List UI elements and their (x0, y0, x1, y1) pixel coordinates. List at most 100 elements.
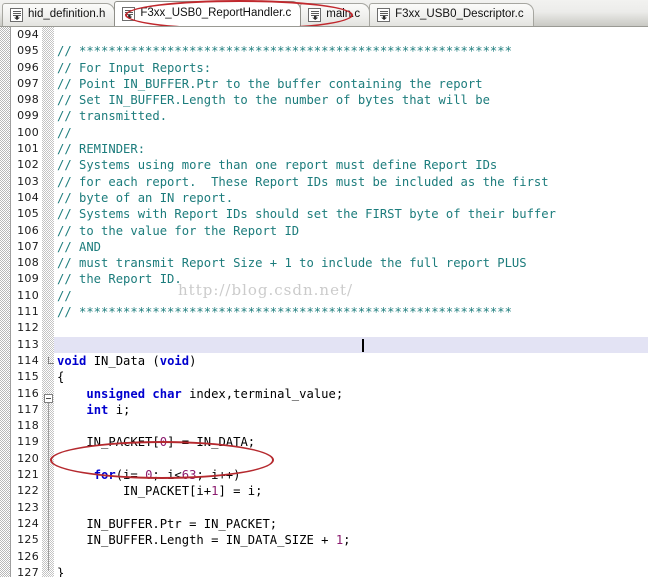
line-number: 107 (17, 239, 39, 253)
code-line[interactable] (54, 500, 648, 516)
editor-tab-label: F3xx_USB0_ReportHandler.c (140, 7, 292, 20)
code-text-area[interactable]: // *************************************… (54, 27, 648, 577)
code-line[interactable]: // to the value for the Report ID (54, 223, 648, 239)
code-token-cm: // (57, 125, 72, 140)
code-token-cm: // For Input Reports: (57, 60, 212, 75)
code-line[interactable]: // *************************************… (54, 43, 648, 59)
line-number: 117 (17, 402, 39, 416)
code-line[interactable]: void IN_Data (void) (54, 353, 648, 369)
editor-tab-1[interactable]: F3xx_USB0_ReportHandler.c (114, 1, 302, 26)
code-line[interactable]: // must transmit Report Size + 1 to incl… (54, 255, 648, 271)
line-number: 106 (17, 223, 39, 237)
line-number: 105 (17, 207, 39, 221)
code-line[interactable]: // byte of an IN report. (54, 190, 648, 206)
code-token-pl: i; (108, 402, 131, 417)
code-line[interactable]: // (54, 288, 648, 304)
line-number: 127 (17, 565, 39, 577)
code-token-pl: ] = IN_DATA; (167, 435, 256, 450)
code-line[interactable]: // REMINDER: (54, 141, 648, 157)
code-line[interactable]: IN_BUFFER.Ptr = IN_PACKET; (54, 516, 648, 532)
breakpoint-margin[interactable] (0, 27, 11, 577)
code-token-kw: void (159, 353, 190, 368)
code-line[interactable]: // Systems with Report IDs should set th… (54, 206, 648, 222)
code-line[interactable]: // the Report ID. (54, 271, 648, 287)
code-token-cm: // *************************************… (57, 44, 512, 59)
code-line[interactable] (54, 418, 648, 434)
line-number: 120 (17, 451, 39, 465)
code-line[interactable]: // *************************************… (54, 304, 648, 320)
line-number: 121 (17, 468, 39, 482)
code-line[interactable]: // AND (54, 239, 648, 255)
code-line[interactable]: IN_BUFFER.Length = IN_DATA_SIZE + 1; (54, 532, 648, 548)
c-source-file-icon (122, 7, 136, 21)
editor-tab-bar: hid_definition.h F3xx_USB0_ReportHandler.… (0, 0, 648, 27)
fold-range-line (48, 403, 49, 571)
line-number: 124 (17, 516, 39, 530)
code-line[interactable]: } (54, 565, 648, 577)
editor-tab-label: main.c (326, 8, 361, 21)
c-source-file-icon (377, 8, 391, 22)
code-line[interactable] (54, 27, 648, 43)
code-line[interactable] (54, 549, 648, 565)
fold-collapse-marker-115[interactable] (44, 394, 53, 403)
code-line[interactable]: unsigned char index,terminal_value; (54, 386, 648, 402)
line-number: 100 (17, 125, 39, 139)
code-token-cm: // byte of an IN report. (57, 190, 234, 205)
code-token-cm: // the Report ID. (57, 272, 182, 287)
editor-tab-2[interactable]: main.c (300, 3, 371, 26)
line-number: 110 (17, 288, 39, 302)
code-token-kw: unsigned char (86, 386, 182, 401)
code-line[interactable]: IN_PACKET[0] = IN_DATA; (54, 434, 648, 450)
code-line[interactable]: IN_PACKET[i+1] = i; (54, 483, 648, 499)
code-token-pl: index,terminal_value; (181, 386, 344, 401)
code-line[interactable] (54, 336, 648, 353)
code-line[interactable]: // Set IN_BUFFER.Length to the number of… (54, 92, 648, 108)
source-code-editor[interactable]: 094 095 096 097 098 099 100 101 102 103 104 105 106 1… (0, 27, 648, 577)
line-number: 103 (17, 174, 39, 188)
code-line[interactable]: // Point IN_BUFFER.Ptr to the buffer con… (54, 76, 648, 92)
line-number: 095 (17, 44, 39, 58)
code-editor-window: hid_definition.h F3xx_USB0_ReportHandler.… (0, 0, 648, 577)
code-line[interactable] (54, 451, 648, 467)
line-number: 104 (17, 190, 39, 204)
line-number: 101 (17, 142, 39, 156)
line-number: 099 (17, 109, 39, 123)
code-line[interactable]: { (54, 369, 648, 385)
editor-tab-label: F3xx_USB0_Descriptor.c (395, 8, 524, 21)
line-number: 115 (17, 370, 39, 384)
code-line[interactable]: for(i= 0; i<63; i++) (54, 467, 648, 483)
code-token-cm: // Systems using more than one report mu… (57, 158, 498, 173)
line-number: 111 (17, 305, 39, 319)
line-number: 125 (17, 533, 39, 547)
code-line[interactable] (54, 320, 648, 336)
line-number: 112 (17, 321, 39, 335)
line-number: 109 (17, 272, 39, 286)
c-source-file-icon (308, 8, 322, 22)
code-token-cm: // Systems with Report IDs should set th… (57, 207, 556, 222)
code-token-pl: ) (189, 353, 197, 368)
line-number: 094 (17, 28, 39, 41)
editor-tab-3[interactable]: F3xx_USB0_Descriptor.c (369, 3, 534, 26)
line-number: 126 (17, 549, 39, 563)
code-line[interactable]: int i; (54, 402, 648, 418)
code-token-pl: { (57, 370, 65, 385)
code-token-kw: void (57, 353, 87, 368)
code-line[interactable]: // Systems using more than one report mu… (54, 157, 648, 173)
code-token-cm: // for each report. These Report IDs mus… (57, 174, 549, 189)
code-line[interactable]: // (54, 125, 648, 141)
editor-tab-0[interactable]: hid_definition.h (2, 3, 116, 26)
code-line[interactable]: // transmitted. (54, 108, 648, 124)
code-line[interactable]: // For Input Reports: (54, 60, 648, 76)
c-header-file-icon (10, 8, 23, 22)
fold-end-marker-113[interactable] (48, 357, 54, 364)
line-number: 113 (17, 337, 39, 351)
line-number: 123 (17, 500, 39, 514)
code-token-cm: // to the value for the Report ID (57, 223, 300, 238)
code-line[interactable]: // for each report. These Report IDs mus… (54, 174, 648, 190)
code-token-pl: (i= (115, 468, 146, 483)
line-number: 119 (17, 435, 39, 449)
editor-tab-label: hid_definition.h (28, 8, 106, 21)
line-number: 097 (17, 76, 39, 90)
line-number: 108 (17, 256, 39, 270)
